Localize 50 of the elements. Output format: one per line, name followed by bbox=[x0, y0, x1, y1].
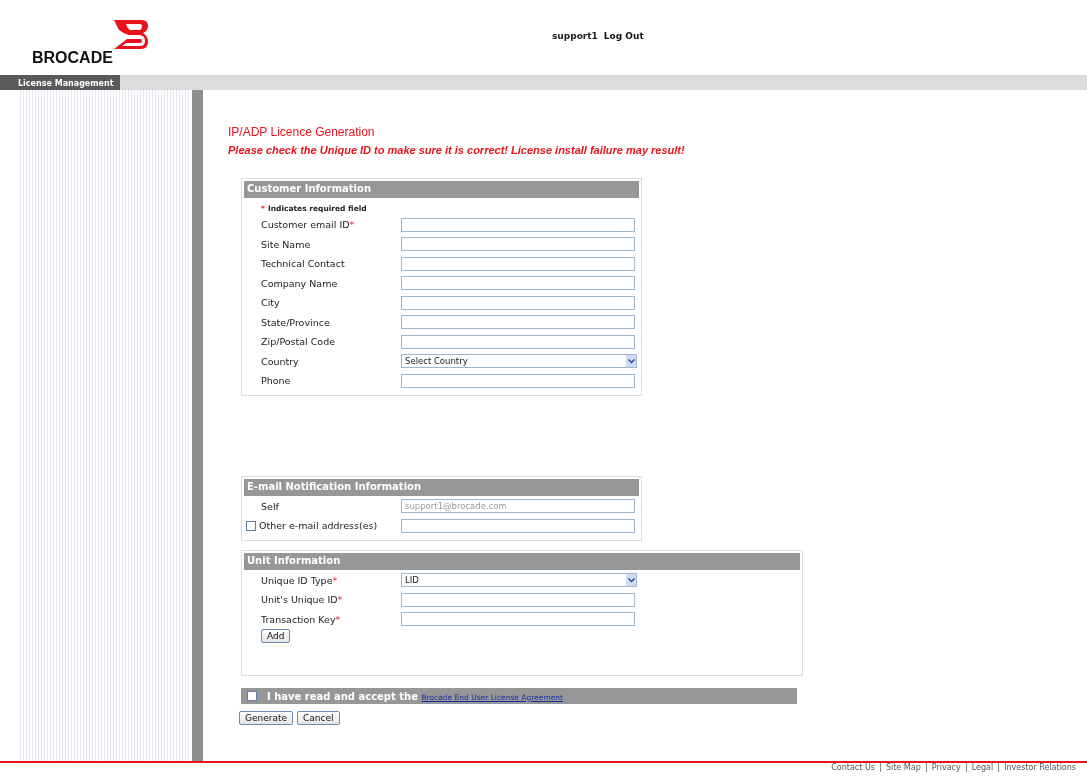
field-label: Transaction Key* bbox=[260, 613, 342, 625]
caret-icon bbox=[626, 355, 636, 368]
input-field[interactable] bbox=[401, 612, 635, 627]
logo-text: BROCADE bbox=[32, 49, 113, 67]
footer-link[interactable]: Privacy bbox=[925, 763, 966, 772]
section-header: E-mail Notification Information bbox=[244, 478, 639, 496]
form-button[interactable]: Cancel bbox=[297, 711, 340, 725]
field-label: Country bbox=[260, 355, 300, 367]
footer-link[interactable]: Contact Us bbox=[826, 763, 880, 772]
input-field[interactable] bbox=[401, 295, 635, 310]
add-button[interactable]: Add bbox=[261, 629, 291, 643]
footer-link[interactable]: Site Map bbox=[879, 763, 926, 772]
field-label: Phone bbox=[260, 375, 292, 387]
input-field[interactable] bbox=[401, 373, 635, 388]
section-header: Unit Information bbox=[244, 552, 800, 570]
field-label: Company Name bbox=[260, 277, 339, 289]
input-field[interactable] bbox=[401, 217, 635, 232]
field-label: Unique ID Type* bbox=[260, 574, 339, 586]
section-header: Customer Information bbox=[244, 181, 639, 198]
footer-link[interactable]: Investor Relations bbox=[998, 763, 1081, 772]
dropdown[interactable]: Select Country bbox=[401, 354, 637, 369]
dropdown[interactable]: LID bbox=[401, 573, 637, 588]
input-field[interactable] bbox=[401, 276, 635, 291]
field-label: Site Name bbox=[260, 238, 312, 250]
nav-tab[interactable]: License Management bbox=[0, 75, 120, 90]
field-label: Customer email ID* bbox=[260, 219, 356, 231]
input-field[interactable]: support1@brocade.com bbox=[401, 499, 635, 514]
field-label: Other e-mail address(es) bbox=[259, 520, 378, 532]
caret-icon bbox=[626, 574, 636, 587]
checkbox[interactable] bbox=[246, 520, 256, 531]
input-field[interactable] bbox=[401, 334, 635, 349]
field-label: City bbox=[260, 297, 281, 309]
footer-link[interactable]: Legal bbox=[965, 763, 999, 772]
input-field[interactable] bbox=[401, 592, 635, 607]
input-field[interactable] bbox=[401, 315, 635, 330]
logo-icon bbox=[114, 20, 150, 49]
checkbox[interactable] bbox=[247, 691, 257, 701]
field-label: Zip/Postal Code bbox=[260, 336, 337, 348]
field-label: Self bbox=[260, 500, 280, 512]
field-label: State/Province bbox=[260, 316, 331, 328]
form-button[interactable]: Generate bbox=[239, 711, 294, 725]
field-label: Technical Contact bbox=[260, 258, 346, 270]
input-field[interactable] bbox=[401, 256, 635, 271]
page-title: IP/ADP Licence Generation bbox=[228, 125, 376, 139]
field-label: Unit's Unique ID* bbox=[260, 594, 344, 606]
username: support1 bbox=[552, 31, 598, 41]
logout-link[interactable]: Log Out bbox=[603, 31, 644, 41]
warning-message: Please check the Unique ID to make sure it is correct! License install failure may result! bbox=[228, 144, 686, 156]
input-field[interactable] bbox=[401, 237, 635, 252]
input-field[interactable] bbox=[401, 518, 635, 533]
